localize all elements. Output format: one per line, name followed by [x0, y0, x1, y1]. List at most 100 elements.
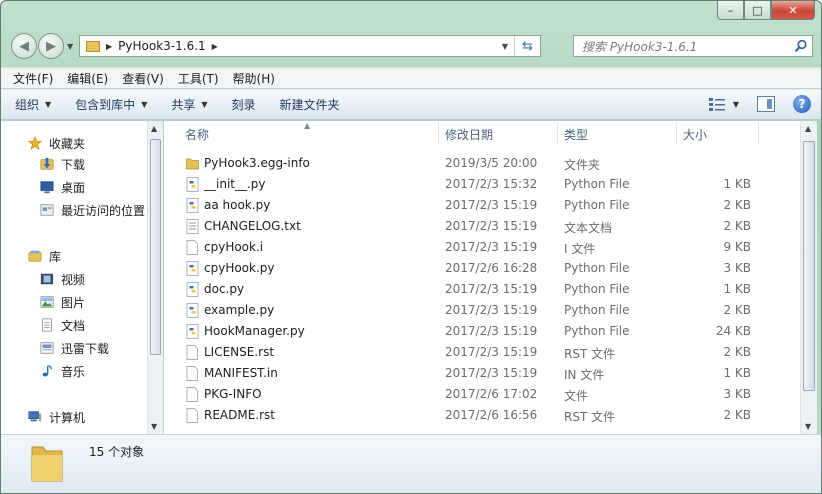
file-row[interactable]: CHANGELOG.txt 2017/2/3 15:19 文本文档 2 KB: [164, 216, 800, 237]
breadcrumb-separator-icon[interactable]: ▶: [106, 42, 112, 51]
column-divider[interactable]: [758, 123, 759, 145]
scrollbar-thumb[interactable]: [803, 141, 815, 391]
file-row[interactable]: cpyHook.py 2017/2/6 16:28 Python File 3 KB: [164, 258, 800, 279]
forward-button[interactable]: ▶: [38, 33, 64, 59]
organize-button[interactable]: 组织 ▼: [15, 96, 51, 113]
file-modified-date: 2017/2/3 15:19: [445, 303, 538, 317]
scroll-up-icon[interactable]: ▲: [151, 124, 157, 133]
file-row[interactable]: example.py 2017/2/3 15:19 Python File 2 KB: [164, 300, 800, 321]
command-bar: 组织 ▼ 包含到库中 ▼ 共享 ▼ 刻录 新建文件夹 ▼ ?: [1, 89, 821, 120]
view-options-icon[interactable]: [707, 95, 727, 113]
search-box[interactable]: 搜索 PyHook3-1.6.1: [573, 35, 813, 57]
file-list-scrollbar[interactable]: ▲ ▼: [800, 121, 817, 434]
file-row[interactable]: README.rst 2017/2/6 16:56 RST 文件 2 KB: [164, 405, 800, 426]
file-name: aa hook.py: [204, 198, 271, 212]
address-bar[interactable]: ▶ PyHook3-1.6.1 ▶ ▼ ⇆: [79, 35, 541, 57]
file-row[interactable]: LICENSE.rst 2017/2/3 15:19 RST 文件 2 KB: [164, 342, 800, 363]
menu-tools[interactable]: 工具(T): [178, 70, 219, 87]
file-row[interactable]: cpyHook.i 2017/2/3 15:19 I 文件 9 KB: [164, 237, 800, 258]
new-folder-button[interactable]: 新建文件夹: [280, 96, 340, 113]
file-row[interactable]: __init__.py 2017/2/3 15:32 Python File 1 KB: [164, 174, 800, 195]
minimize-button[interactable]: –: [717, 1, 744, 20]
file-modified-date: 2017/2/3 15:19: [445, 198, 538, 212]
file-name: cpyHook.i: [204, 240, 264, 254]
downloads-folder-icon: [40, 157, 54, 170]
file-list: ▲ 名称 修改日期 类型 大小 PyHook3.egg-info 2019/3/5…: [164, 121, 800, 434]
file-row[interactable]: doc.py 2017/2/3 15:19 Python File 1 KB: [164, 279, 800, 300]
preview-pane-icon[interactable]: [757, 96, 775, 112]
back-button[interactable]: ◀: [11, 33, 37, 59]
column-header-size[interactable]: 大小: [683, 121, 758, 147]
column-type-label: 类型: [564, 127, 589, 142]
refresh-button[interactable]: ⇆: [514, 36, 540, 56]
search-input[interactable]: 搜索 PyHook3-1.6.1: [582, 38, 697, 55]
help-icon[interactable]: ?: [793, 95, 811, 113]
column-divider[interactable]: [557, 123, 558, 145]
nav-recent-places[interactable]: 最近访问的位置: [39, 200, 145, 220]
navigation-pane-scrollbar[interactable]: ▲ ▼: [147, 121, 163, 434]
file-size: 24 KB: [715, 324, 751, 338]
navigation-row: ◀ ▶ ▼ ▶ PyHook3-1.6.1 ▶ ▼ ⇆ 搜索 PyHook3-1…: [9, 33, 815, 59]
view-dropdown-icon[interactable]: ▼: [733, 100, 739, 109]
nav-libraries[interactable]: 库: [27, 246, 61, 266]
nav-downloads[interactable]: 下载: [39, 154, 85, 174]
scroll-down-icon[interactable]: ▼: [151, 422, 157, 431]
file-row[interactable]: MANIFEST.in 2017/2/3 15:19 IN 文件 1 KB: [164, 363, 800, 384]
breadcrumb-current[interactable]: PyHook3-1.6.1: [118, 39, 206, 53]
file-name: LICENSE.rst: [204, 345, 275, 359]
file-name: README.rst: [204, 408, 276, 422]
scroll-down-icon[interactable]: ▼: [805, 422, 811, 431]
burn-label: 刻录: [231, 98, 256, 112]
file-row[interactable]: aa hook.py 2017/2/3 15:19 Python File 2 KB: [164, 195, 800, 216]
nav-desktop[interactable]: 桌面: [39, 177, 85, 197]
nav-thunder-downloads[interactable]: 迅雷下载: [39, 338, 109, 358]
nav-music[interactable]: 音乐: [39, 361, 85, 381]
maximize-button[interactable]: □: [744, 1, 771, 20]
file-size: 2 KB: [723, 303, 751, 317]
menu-file[interactable]: 文件(F): [13, 70, 53, 87]
menu-edit[interactable]: 编辑(E): [67, 70, 108, 87]
column-name-label: 名称: [185, 127, 210, 142]
generic-file-icon: [186, 387, 199, 402]
scrollbar-thumb[interactable]: [150, 139, 161, 355]
refresh-icon: ⇆: [522, 38, 533, 54]
column-header-type[interactable]: 类型: [564, 121, 676, 147]
menu-view[interactable]: 查看(V): [122, 70, 164, 87]
nav-favorites[interactable]: 收藏夹: [27, 133, 85, 153]
burn-button[interactable]: 刻录: [232, 96, 256, 113]
include-in-library-button[interactable]: 包含到库中 ▼: [75, 96, 147, 113]
nav-music-label: 音乐: [61, 364, 86, 379]
file-type: RST 文件: [564, 347, 616, 361]
file-type: Python File: [564, 261, 630, 275]
python-file-icon: [186, 282, 199, 297]
file-type: 文本文档: [564, 221, 613, 235]
nav-computer-label: 计算机: [49, 410, 86, 425]
nav-pictures[interactable]: 图片: [39, 292, 85, 312]
share-button[interactable]: 共享 ▼: [171, 96, 207, 113]
file-row[interactable]: HookManager.py 2017/2/3 15:19 Python File 2…: [164, 321, 800, 342]
breadcrumb-separator-icon[interactable]: ▶: [212, 42, 218, 51]
nav-documents[interactable]: 文档: [39, 315, 85, 335]
column-header-date[interactable]: 修改日期: [445, 121, 557, 147]
file-type: 文件: [564, 389, 589, 403]
file-type: Python File: [564, 198, 630, 212]
column-date-label: 修改日期: [445, 127, 494, 142]
menu-help[interactable]: 帮助(H): [233, 70, 275, 87]
file-type: Python File: [564, 177, 630, 191]
file-row[interactable]: PyHook3.egg-info 2019/3/5 20:00 文件夹: [164, 153, 800, 174]
recent-pages-dropdown-icon[interactable]: ▼: [67, 42, 73, 51]
file-row[interactable]: PKG-INFO 2017/2/6 17:02 文件 3 KB: [164, 384, 800, 405]
column-header-name[interactable]: 名称: [185, 121, 441, 147]
search-icon[interactable]: [794, 39, 808, 53]
close-button[interactable]: ✕: [771, 1, 815, 20]
file-name: doc.py: [204, 282, 245, 296]
address-history-dropdown-icon[interactable]: ▼: [502, 42, 508, 51]
forward-arrow-icon: ▶: [46, 38, 56, 54]
column-divider[interactable]: [438, 123, 439, 145]
file-size: 1 KB: [723, 282, 751, 296]
nav-videos[interactable]: 视频: [39, 269, 85, 289]
column-divider[interactable]: [676, 123, 677, 145]
scroll-up-icon[interactable]: ▲: [805, 124, 811, 133]
nav-computer[interactable]: 计算机: [27, 407, 85, 427]
file-size: 2 KB: [723, 408, 751, 422]
